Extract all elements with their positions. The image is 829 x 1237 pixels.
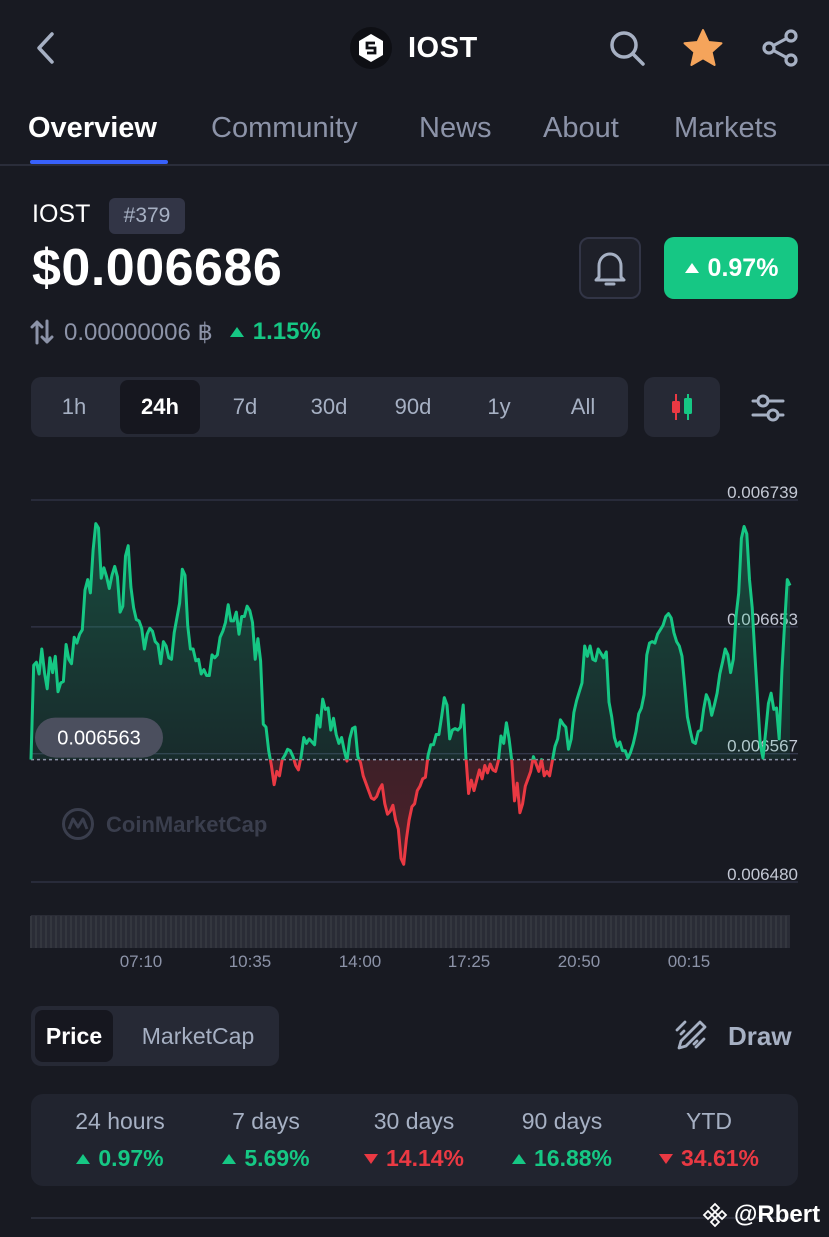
triangle-up-icon [684,263,699,273]
coin-name: IOST [408,31,478,64]
divider [31,1217,798,1219]
baseline-price-label: 0.006563 [35,717,163,758]
tab-news[interactable]: News [419,112,492,145]
time-range-selector: 1h 24h 7d 30d 90d 1y All [31,377,628,437]
iost-logo-icon [350,27,392,69]
btc-price-row: 0.00000006 ฿ 1.15% [30,316,321,348]
top-bar: IOST [0,0,829,98]
price-chart-svg: 0.0067390.0066530.0065670.006480 CoinMar… [29,483,798,971]
range-24h[interactable]: 24h [120,380,200,434]
pencil-ruler-icon [675,1020,707,1050]
bell-icon [594,252,626,286]
perf-30d: 30 days 14.14% [339,1108,489,1172]
draw-button[interactable]: Draw [672,1012,792,1060]
draw-label: Draw [728,1020,792,1051]
perf-label: 90 days [521,1108,603,1134]
x-tick-label: 20:50 [558,952,601,971]
perf-value: 16.88% [533,1145,612,1171]
btc-price: 0.00000006 ฿ [64,318,213,346]
price-change-badge: 0.97% [664,237,798,299]
tab-overview[interactable]: Overview [28,112,157,145]
range-7d[interactable]: 7d [203,380,287,434]
x-tick-label: 07:10 [120,952,163,971]
chart-mode-selector: Price MarketCap [31,1006,279,1066]
coinmarketcap-watermark: CoinMarketCap [62,808,267,840]
perf-value: 0.97% [98,1145,164,1171]
swap-arrows-icon [30,319,54,345]
share-button[interactable] [758,26,802,70]
star-icon [683,29,723,66]
btc-change: 1.15% [229,318,321,346]
mode-price-button[interactable]: Price [35,1010,113,1062]
y-tick-label: 0.006480 [727,865,798,884]
x-tick-label: 17:25 [448,952,491,971]
tab-community[interactable]: Community [211,112,358,145]
section-tabs: Overview Community News About Markets [0,98,829,166]
perf-label: 24 hours [75,1108,165,1134]
watchlist-button[interactable] [681,26,725,70]
perf-value: 14.14% [385,1145,464,1171]
range-30d[interactable]: 30d [287,380,371,434]
chart-settings-button[interactable] [746,386,790,430]
coin-title: IOST [350,24,478,72]
user-watermark: @Rbert [702,1198,820,1232]
active-tab-indicator [30,160,168,164]
back-button[interactable] [28,28,62,68]
triangle-up-icon [229,327,244,337]
perf-value: 5.69% [244,1145,310,1171]
btc-change-value: 1.15% [252,318,321,345]
back-icon [37,32,54,64]
x-tick-label: 00:15 [668,952,711,971]
perf-7d: 7 days 5.69% [191,1108,341,1172]
price-chart[interactable]: 0.006739 0.006653 0.006567 0.006480 CoinMar… [0,470,829,990]
performance-summary: 24 hours 0.97% 7 days 5.69% 30 days 14.1… [31,1094,798,1186]
baseline-label-text: 0.006563 [57,728,140,750]
rank-badge: #379 [109,198,185,234]
x-tick-label: 14:00 [339,952,382,971]
volume-bars [30,915,790,948]
current-price: $0.006686 [32,239,283,297]
tab-markets[interactable]: Markets [674,112,777,145]
price-alert-button[interactable] [579,237,641,299]
coinmarketcap-logo-icon [62,808,94,840]
x-tick-label: 10:35 [229,952,272,971]
triangle-down-icon [658,1153,673,1164]
triangle-up-icon [76,1153,91,1164]
tab-about[interactable]: About [543,112,619,145]
perf-label: YTD [686,1108,732,1134]
perf-90d: 90 days 16.88% [487,1108,637,1172]
perf-24h: 24 hours 0.97% [45,1108,195,1172]
range-1y[interactable]: 1y [457,380,541,434]
perf-value: 34.61% [680,1145,759,1171]
binance-logo-icon [702,1202,728,1228]
perf-label: 7 days [232,1108,300,1134]
coin-symbol: IOST [32,200,91,228]
triangle-down-icon [363,1153,378,1164]
triangle-up-icon [222,1153,237,1164]
price-change-value: 0.97% [707,253,779,282]
mode-marketcap-button[interactable]: MarketCap [123,1010,273,1062]
y-tick-label: 0.006739 [727,483,798,502]
watermark-text: CoinMarketCap [106,812,267,837]
sliders-icon [751,394,785,422]
search-button[interactable] [605,26,649,70]
perf-ytd: YTD 34.61% [634,1108,784,1172]
search-icon [610,31,645,66]
share-icon [762,29,798,67]
perf-label: 30 days [373,1108,455,1134]
triangle-up-icon [511,1153,526,1164]
range-1h[interactable]: 1h [35,380,113,434]
watermark-username: @Rbert [734,1201,821,1228]
range-90d[interactable]: 90d [371,380,455,434]
candlestick-toggle[interactable] [644,377,720,437]
candlestick-icon [672,394,692,420]
range-all[interactable]: All [541,380,625,434]
